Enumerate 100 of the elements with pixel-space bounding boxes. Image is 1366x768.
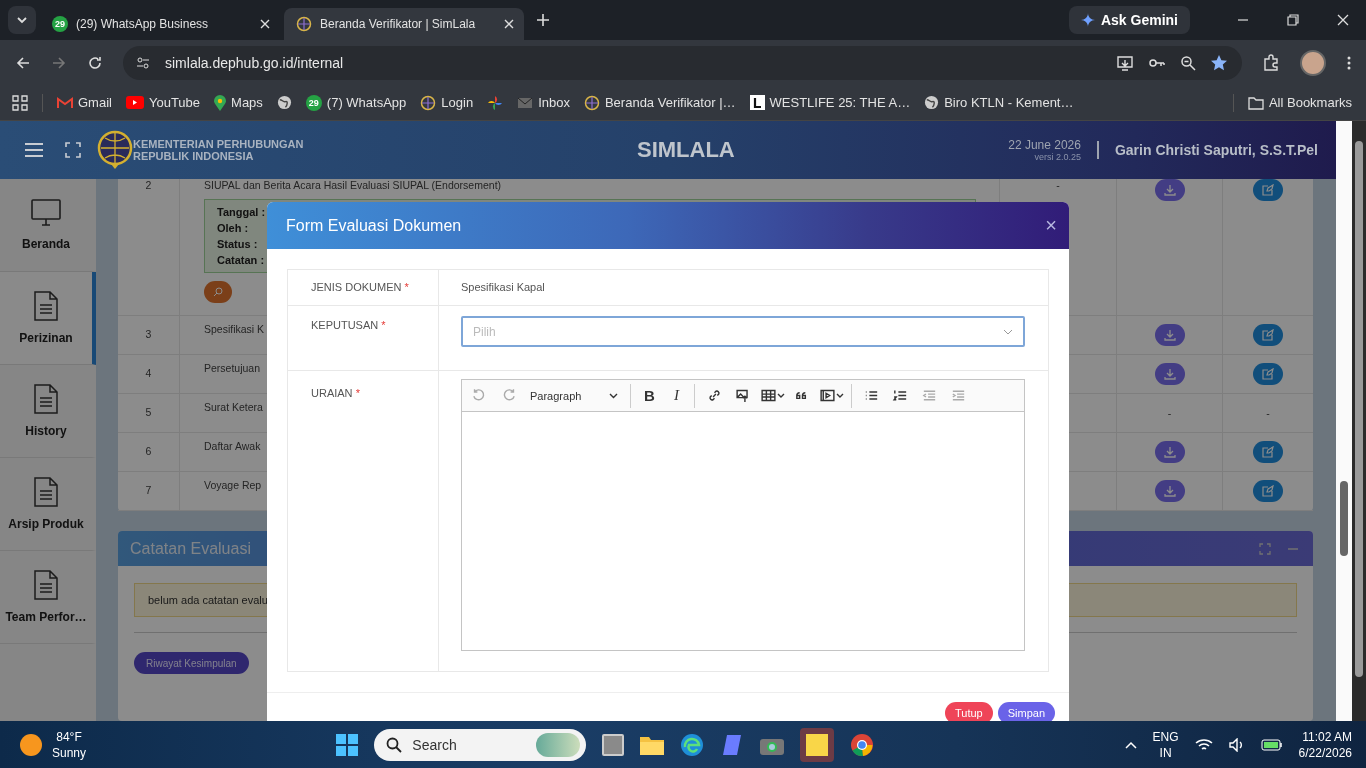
bookmark[interactable]: 29 (7) WhatsApp: [305, 94, 407, 111]
search-button[interactable]: [204, 281, 232, 303]
pinwheel-icon[interactable]: [487, 94, 504, 111]
current-date: 22 June 2026: [1008, 138, 1081, 152]
globe-icon[interactable]: [276, 95, 292, 110]
ask-gemini-button[interactable]: Ask Gemini: [1068, 6, 1190, 34]
weather-widget[interactable]: 84°F Sunny: [20, 729, 87, 761]
bookmark[interactable]: Login: [420, 94, 474, 111]
table-cell: 7: [118, 472, 180, 510]
sidebar-item[interactable]: Perizinan: [0, 272, 96, 365]
edit-button[interactable]: [1253, 363, 1283, 385]
globe-emblem-icon[interactable]: [583, 94, 600, 111]
sidebar-item[interactable]: Team Perfor…: [0, 551, 96, 644]
menu-icon[interactable]: [25, 143, 43, 157]
table-cell: Daftar Awak: [204, 440, 261, 452]
modal-title: Form Evaluasi Dokumen: [286, 216, 463, 235]
restore-icon[interactable]: [1287, 14, 1299, 26]
edit-button[interactable]: [1253, 441, 1283, 463]
edit-button[interactable]: [1253, 480, 1283, 502]
table-cell: 5: [118, 394, 180, 432]
close-icon[interactable]: [504, 19, 514, 29]
search-field[interactable]: Search: [374, 729, 587, 761]
chrome-icon[interactable]: [850, 733, 875, 757]
sidebar-item[interactable]: Arsip Produk: [0, 458, 96, 551]
clock[interactable]: 11:02 AM 6/22/2026: [1298, 729, 1352, 761]
scrollbar[interactable]: [1336, 121, 1352, 721]
close-button[interactable]: ×: [1045, 214, 1057, 237]
bookmark[interactable]: WESTLIFE 25: THE A…: [749, 95, 911, 110]
bookmark[interactable]: YouTube: [125, 95, 201, 110]
close-icon[interactable]: [1337, 14, 1349, 26]
sidebar-item[interactable]: History: [0, 365, 96, 458]
download-button[interactable]: [1154, 441, 1185, 463]
address-bar[interactable]: simlala.dephub.go.id/internal: [123, 45, 1242, 80]
paragraph-dropdown[interactable]: Paragraph: [524, 389, 625, 402]
bold-button[interactable]: B: [637, 383, 662, 408]
italic-button[interactable]: I: [664, 383, 689, 408]
globe-icon[interactable]: [924, 95, 940, 110]
download-icon: [1163, 446, 1176, 458]
language-indicator[interactable]: ENG IN: [1152, 729, 1179, 761]
browser-tab[interactable]: 29 (29) WhatsApp Business: [40, 8, 280, 40]
edit-icon: [1262, 485, 1274, 497]
battery-icon[interactable]: [1260, 739, 1283, 751]
table-cell: SIUPAL dan Berita Acara Hasil Evaluasi SIUPAL (Endorsement): [204, 179, 502, 191]
site-settings-icon[interactable]: [135, 54, 151, 71]
tab-search-icon[interactable]: [8, 6, 36, 34]
sticky-note-icon[interactable]: [800, 728, 835, 762]
close-button[interactable]: Tutup: [944, 702, 993, 721]
all-bookmarks-button[interactable]: All Bookmarks: [1247, 95, 1352, 110]
map-pin-icon[interactable]: [214, 94, 227, 111]
search-icon: [213, 287, 223, 297]
bookmark[interactable]: Beranda Verifikator |…: [583, 94, 736, 111]
close-icon[interactable]: [260, 19, 270, 29]
back-icon[interactable]: [15, 54, 31, 71]
mail-logo-icon[interactable]: [57, 96, 73, 109]
volume-icon[interactable]: [1228, 738, 1245, 752]
install-icon[interactable]: [1116, 54, 1134, 71]
extensions-icon[interactable]: [1262, 53, 1280, 72]
bookmark[interactable]: Inbox: [517, 95, 570, 110]
new-tab-icon[interactable]: [536, 13, 550, 27]
detail-label: Oleh :: [217, 222, 249, 234]
zoom-icon[interactable]: [1180, 54, 1196, 71]
bookmark[interactable]: Gmail: [57, 95, 112, 110]
chevron-up-icon[interactable]: [1124, 741, 1137, 749]
download-button[interactable]: [1154, 363, 1185, 385]
apps-grid-icon[interactable]: [12, 94, 28, 111]
profile-avatar[interactable]: [1300, 49, 1326, 76]
scrollbar[interactable]: [1352, 121, 1366, 721]
more-icon[interactable]: [1346, 54, 1352, 71]
chevron-down-icon: [1003, 328, 1013, 335]
globe-emblem-icon[interactable]: [420, 94, 437, 111]
version-label: versi 2.0.25: [1034, 152, 1081, 162]
field-value: Spesifikasi Kapal: [461, 281, 545, 293]
play-icon[interactable]: [125, 96, 144, 109]
folder-icon[interactable]: [640, 735, 665, 755]
edit-button[interactable]: [1253, 179, 1283, 201]
bookmark[interactable]: Maps: [214, 94, 263, 111]
user-name[interactable]: Garin Christi Saputri, S.S.T.Pel: [1114, 142, 1336, 158]
table-cell: -: [1056, 179, 1060, 191]
save-button[interactable]: Simpan: [997, 702, 1055, 721]
task-view-icon[interactable]: [602, 734, 625, 756]
wifi-icon[interactable]: [1194, 738, 1213, 752]
rich-text-editor[interactable]: Paragraph B I: [461, 379, 1025, 651]
detail-label: Tanggal :: [217, 206, 266, 218]
browser-tab[interactable]: Beranda Verifikator | SimLala: [284, 8, 524, 40]
bookmark[interactable]: Biro KTLN - Kement…: [924, 95, 1074, 110]
download-button[interactable]: [1154, 324, 1185, 346]
browser-icon[interactable]: [680, 733, 705, 757]
fullscreen-icon[interactable]: [65, 142, 81, 158]
edit-button[interactable]: [1253, 324, 1283, 346]
reload-icon[interactable]: [87, 54, 103, 71]
ministry-name: KEMENTERIAN PERHUBUNGAN: [133, 138, 304, 150]
star-icon[interactable]: [1210, 53, 1228, 72]
download-icon: [1163, 368, 1176, 380]
forward-icon[interactable]: [51, 54, 67, 71]
caret-icon: [609, 392, 619, 399]
detail-label: Catatan :: [217, 254, 265, 266]
letter-icon[interactable]: [749, 95, 765, 110]
download-button[interactable]: [1154, 480, 1185, 502]
download-button[interactable]: [1154, 179, 1185, 201]
start-icon[interactable]: [336, 734, 359, 756]
